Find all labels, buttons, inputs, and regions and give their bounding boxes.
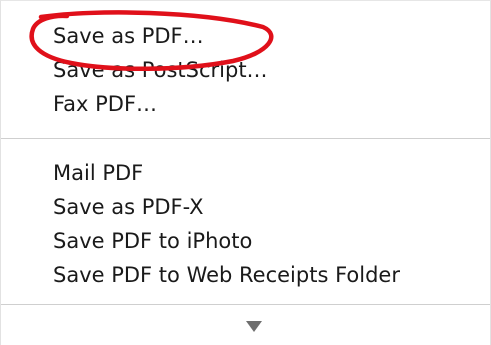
menu-item-save-pdf-to-iphoto[interactable]: Save PDF to iPhoto	[1, 224, 490, 258]
menu-separator-bottom	[1, 304, 490, 305]
menu-separator	[1, 138, 490, 139]
menu-item-save-pdf-to-web-receipts[interactable]: Save PDF to Web Receipts Folder	[1, 258, 490, 292]
menu-item-mail-pdf[interactable]: Mail PDF	[1, 156, 490, 190]
menu-item-save-as-pdf-x[interactable]: Save as PDF-X	[1, 190, 490, 224]
menu-item-fax-pdf[interactable]: Fax PDF…	[1, 87, 490, 121]
menu-item-save-as-postscript[interactable]: Save as PostScript…	[1, 53, 490, 87]
menu-item-save-as-pdf[interactable]: Save as PDF…	[1, 19, 490, 53]
triangle-down-icon[interactable]	[246, 321, 262, 332]
menu-group-share: Mail PDF Save as PDF-X Save PDF to iPhot…	[1, 156, 490, 292]
pdf-menu: Save as PDF… Save as PostScript… Fax PDF…	[0, 0, 491, 345]
menu-group-save: Save as PDF… Save as PostScript… Fax PDF…	[1, 19, 490, 121]
